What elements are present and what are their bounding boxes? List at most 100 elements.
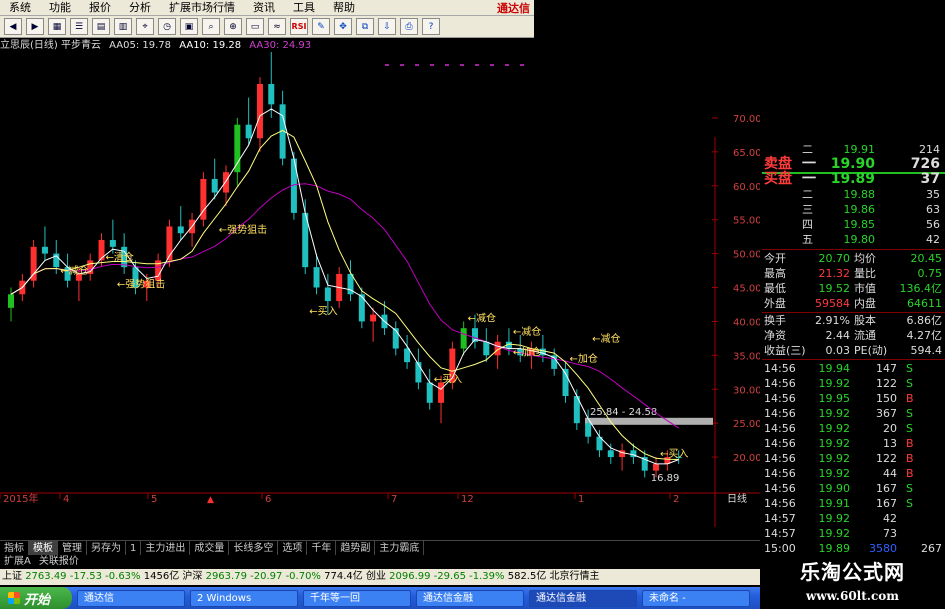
tick-row: 14:56 19.95 150 B: [762, 391, 945, 406]
search-icon[interactable]: ⌕: [202, 18, 220, 35]
candle-body: [404, 348, 411, 363]
subtab-1[interactable]: 关联报价: [35, 556, 83, 567]
quote-row: 收益(三) 0.03 PE(动) 594.4: [762, 343, 945, 358]
y-tick-label: 20.00: [733, 453, 760, 464]
task-button[interactable]: 通达信金融: [416, 589, 524, 607]
sub-tabs: 扩展A 关联报价: [0, 555, 760, 569]
window-icon[interactable]: ▭: [246, 18, 264, 35]
tab-11[interactable]: 主力霸底: [375, 541, 425, 555]
quote-value: 594.4: [910, 344, 943, 357]
sell-level: 二: [802, 143, 813, 156]
move-icon[interactable]: ✥: [334, 18, 352, 35]
tick-price: 19.92: [818, 377, 851, 390]
grid-icon[interactable]: ▦: [48, 18, 66, 35]
pencil-icon[interactable]: ✎: [312, 18, 330, 35]
signal-annotation: ←强势狙击: [219, 223, 267, 236]
menu-item-2[interactable]: 报价: [80, 0, 120, 16]
candle-body: [41, 246, 48, 254]
tab-3[interactable]: 另存为: [87, 541, 126, 555]
zoom-icon[interactable]: ⊕: [224, 18, 242, 35]
sell-price: 19.91: [843, 143, 876, 156]
y-tick-label: 45.00: [733, 284, 760, 295]
indicator-dot: [505, 64, 509, 66]
taskbar: 开始 通达信 2 Windows 千年等一回 通达信金融 通达信金融 未命名 -: [0, 587, 760, 609]
tick-price: 19.92: [818, 437, 851, 450]
quote-value: 4.27亿: [906, 329, 943, 342]
candle-body: [460, 328, 467, 349]
candle-body: [256, 84, 263, 139]
tick-time: 14:56: [764, 377, 796, 390]
menu-item-0[interactable]: 系统: [0, 0, 40, 16]
tab-4[interactable]: 1: [126, 541, 142, 555]
ruler-icon[interactable]: ⌖: [136, 18, 154, 35]
divider: [762, 359, 945, 360]
chart-icon[interactable]: ▤: [92, 18, 110, 35]
candle-body: [426, 382, 433, 403]
tab-5[interactable]: 主力进出: [141, 541, 191, 555]
tab-10[interactable]: 趋势副: [336, 541, 376, 555]
signal-annotation: ←买入: [660, 448, 688, 460]
tab-8[interactable]: 选项: [278, 541, 308, 555]
tick-price: 19.92: [818, 407, 851, 420]
tick-time: 14:56: [764, 497, 796, 510]
quote-label: 外盘: [764, 297, 786, 310]
windows-logo-icon: [8, 592, 20, 604]
signal-annotation: ←减仓: [60, 264, 88, 277]
tick-row: 14:56 19.92 20 S: [762, 421, 945, 436]
price-band: [585, 417, 713, 425]
cy-change: -29.65: [433, 571, 466, 582]
subtab-0[interactable]: 扩展A: [0, 556, 35, 567]
forward-icon[interactable]: ▶: [26, 18, 44, 35]
y-tick-label: 55.00: [733, 216, 760, 227]
signal-annotation: ←减仓: [592, 332, 620, 345]
quote-row: 最高 21.32 量比 0.75: [762, 266, 945, 281]
tick-row: 14:57 19.92 42: [762, 511, 945, 526]
tab-1[interactable]: 模板: [29, 541, 58, 555]
indicator-tabs: 指标 模板 管理 另存为 1 主力进出 成交量 长线多空 选项 千年 趋势副 主力霸底: [0, 540, 760, 555]
signal-annotation: ←买入: [309, 306, 337, 318]
indicator-dot: [400, 64, 404, 66]
tab-6[interactable]: 成交量: [190, 541, 230, 555]
multi-icon[interactable]: ⧉: [356, 18, 374, 35]
kline-icon[interactable]: ▥: [114, 18, 132, 35]
sz-change: -20.97: [250, 571, 283, 582]
watermark-bottom: www.60lt.com: [760, 587, 945, 609]
ma-icon[interactable]: ≈: [268, 18, 286, 35]
menu-item-1[interactable]: 功能: [40, 0, 80, 16]
menu-item-7[interactable]: 帮助: [324, 0, 364, 16]
buy-row: 四 19.85 56: [762, 217, 945, 232]
kline-chart[interactable]: 70.00 65.00 60.00 55.00 50.00 45.00 40.00 35.00…: [0, 52, 760, 527]
menu-item-3[interactable]: 分析: [120, 0, 160, 16]
quote-value: 20.70: [818, 252, 851, 265]
task-button[interactable]: 通达信: [77, 589, 185, 607]
menu-item-4[interactable]: 扩展市场行情: [160, 0, 244, 16]
tick-volume: 147: [876, 362, 897, 375]
tick-row: 14:56 19.94 147 S: [762, 361, 945, 376]
task-button[interactable]: 通达信金融: [529, 589, 637, 607]
start-button[interactable]: 开始: [0, 587, 72, 609]
signal-annotation: ←清仓: [106, 250, 134, 263]
task-items: 通达信 2 Windows 千年等一回 通达信金融 通达信金融 未命名 -: [72, 589, 750, 607]
back-icon[interactable]: ◀: [4, 18, 22, 35]
menu-item-6[interactable]: 工具: [284, 0, 324, 16]
tick-price: 19.95: [818, 392, 851, 405]
sz-percent: -0.70%: [285, 571, 321, 582]
tab-9[interactable]: 千年: [307, 541, 337, 555]
tab-7[interactable]: 长线多空: [229, 541, 279, 555]
export-icon[interactable]: ⇩: [378, 18, 396, 35]
task-button[interactable]: 未命名 -: [642, 589, 750, 607]
menu-item-5[interactable]: 资讯: [244, 0, 284, 16]
y-tick-label: 25.00: [733, 419, 760, 430]
task-button[interactable]: 千年等一回: [303, 589, 411, 607]
task-button[interactable]: 2 Windows: [190, 589, 298, 607]
help-icon[interactable]: ?: [422, 18, 440, 35]
calendar-icon[interactable]: ▣: [180, 18, 198, 35]
list-icon[interactable]: ☰: [70, 18, 88, 35]
minute-icon[interactable]: ◷: [158, 18, 176, 35]
chart-title: 立思辰(日线) 平步青云: [0, 40, 101, 51]
tab-0[interactable]: 指标: [0, 541, 29, 555]
print-icon[interactable]: ⎙: [400, 18, 418, 35]
tab-2[interactable]: 管理: [58, 541, 87, 555]
rsi-icon[interactable]: RSI: [290, 18, 308, 35]
quote-label: 流通: [854, 329, 876, 342]
